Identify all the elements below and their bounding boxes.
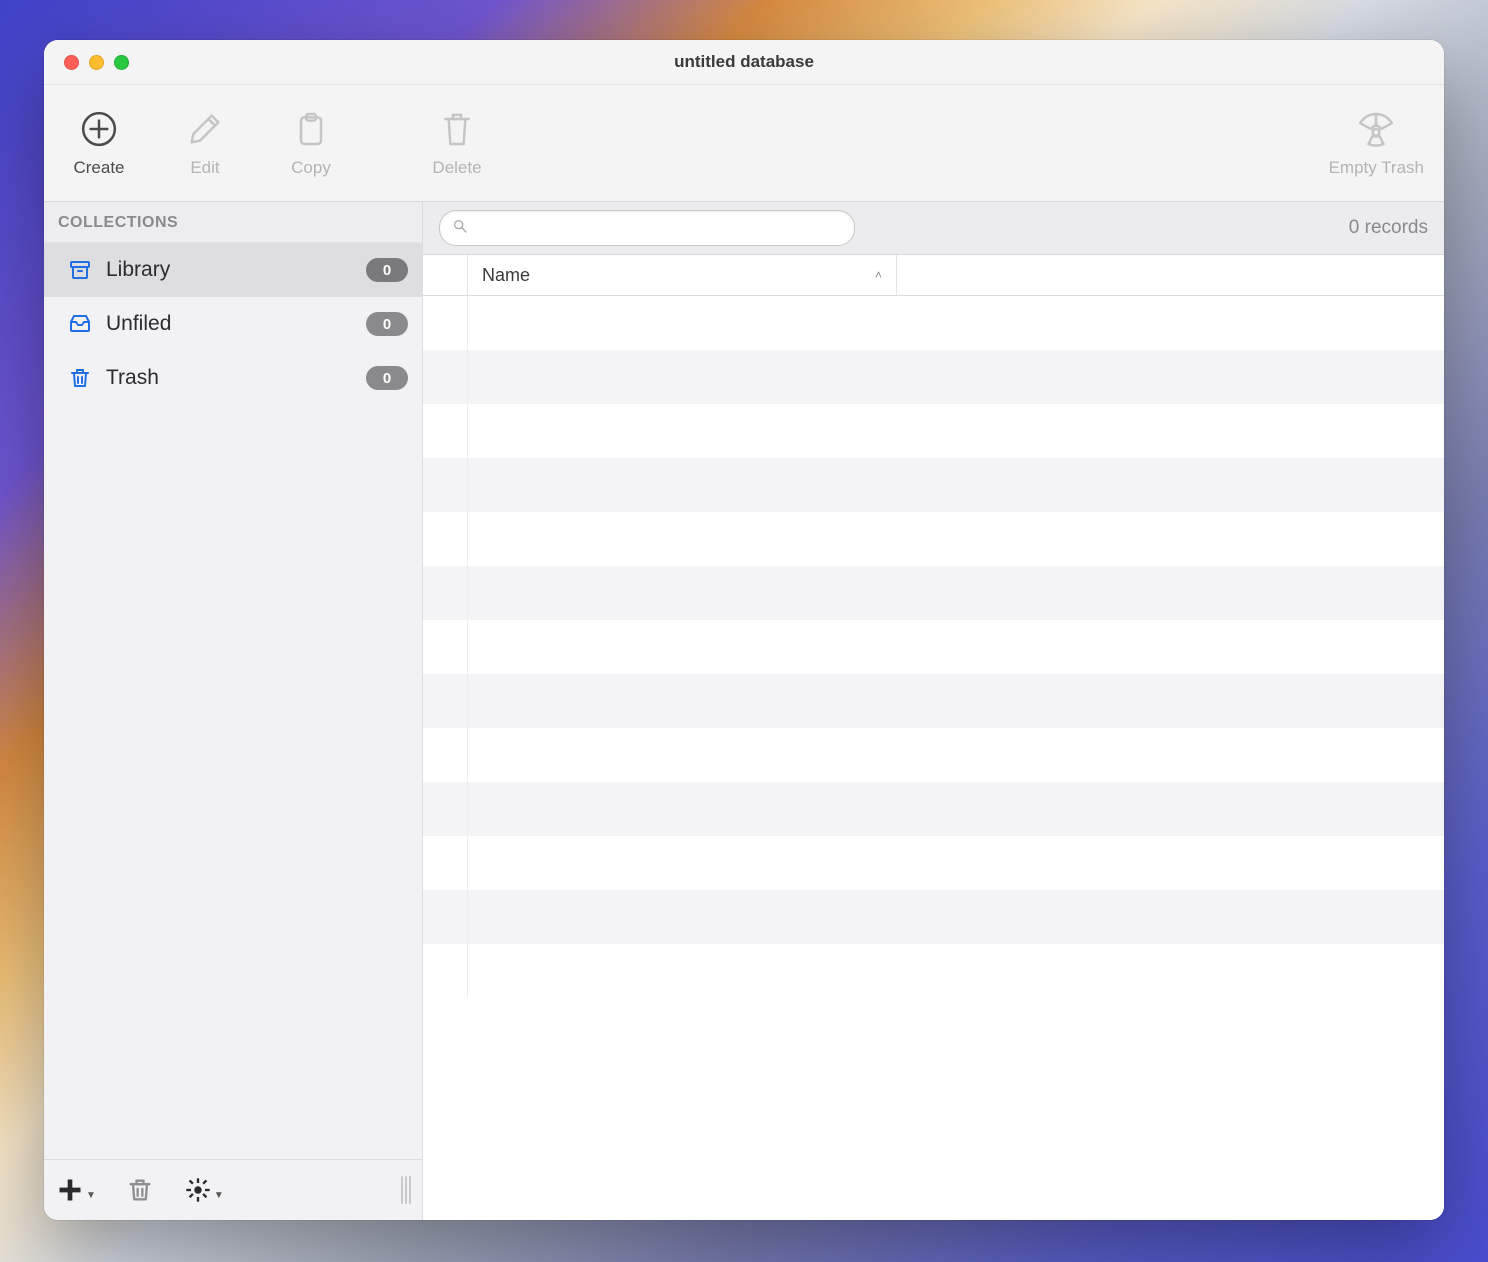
sidebar-item-unfiled[interactable]: Unfiled 0 [44, 297, 422, 351]
toolbar: Create Edit Copy [44, 85, 1444, 202]
archive-icon [68, 258, 92, 282]
row-gutter [423, 350, 468, 404]
table-row[interactable] [423, 350, 1444, 404]
delete-collection-button[interactable] [126, 1176, 154, 1204]
row-gutter [423, 836, 468, 890]
row-gutter [423, 296, 468, 350]
close-window-button[interactable] [64, 55, 79, 70]
search-icon [452, 218, 468, 239]
sidebar-item-label: Library [106, 258, 352, 282]
add-collection-button[interactable]: ▼ [56, 1176, 96, 1204]
row-gutter [423, 728, 468, 782]
row-content [468, 296, 1444, 350]
row-gutter [423, 404, 468, 458]
titlebar: untitled database [44, 40, 1444, 85]
row-content [468, 728, 1444, 782]
inbox-icon [68, 312, 92, 336]
row-gutter [423, 620, 468, 674]
table-row[interactable] [423, 890, 1444, 944]
sidebar-item-trash[interactable]: Trash 0 [44, 351, 422, 405]
sidebar-item-label: Unfiled [106, 312, 352, 336]
table-row[interactable] [423, 404, 1444, 458]
row-content [468, 458, 1444, 512]
edit-button: Edit [170, 108, 240, 178]
plus-circle-icon [78, 108, 120, 150]
table-row[interactable] [423, 728, 1444, 782]
copy-button: Copy [276, 108, 346, 178]
row-gutter [423, 944, 468, 998]
window-title: untitled database [44, 52, 1444, 72]
sidebar-header: COLLECTIONS [44, 202, 422, 243]
actions-menu-button[interactable]: ▼ [184, 1176, 224, 1204]
row-content [468, 782, 1444, 836]
list-toolbar: 0 records [423, 202, 1444, 255]
minimize-window-button[interactable] [89, 55, 104, 70]
delete-label: Delete [432, 158, 481, 178]
radiation-icon [1355, 108, 1397, 150]
trash-icon [68, 366, 92, 390]
create-label: Create [73, 158, 124, 178]
table-row[interactable] [423, 944, 1444, 998]
chevron-down-icon: ▼ [86, 1190, 96, 1201]
app-window: untitled database Create Edit [44, 40, 1444, 1220]
row-content [468, 944, 1444, 998]
window-controls [64, 55, 129, 70]
row-gutter [423, 458, 468, 512]
row-gutter-header [423, 255, 468, 295]
edit-label: Edit [190, 158, 219, 178]
table-row[interactable] [423, 566, 1444, 620]
row-content [468, 404, 1444, 458]
table-row[interactable] [423, 458, 1444, 512]
row-content [468, 890, 1444, 944]
sidebar-footer: ▼ ▼ [44, 1159, 422, 1220]
row-content [468, 350, 1444, 404]
record-count-label: 0 records [1349, 217, 1428, 239]
table-header: Name ˄ [423, 255, 1444, 296]
sidebar: COLLECTIONS Library 0 [44, 202, 423, 1220]
table-row[interactable] [423, 674, 1444, 728]
table-row[interactable] [423, 620, 1444, 674]
empty-trash-button: Empty Trash [1329, 108, 1424, 178]
sidebar-list: Library 0 Unfiled 0 [44, 243, 422, 1159]
table-body[interactable] [423, 296, 1444, 1220]
main-pane: 0 records Name ˄ [423, 202, 1444, 1220]
row-content [468, 836, 1444, 890]
sort-ascending-icon: ˄ [875, 268, 882, 282]
count-badge: 0 [366, 312, 408, 336]
row-content [468, 566, 1444, 620]
search-field[interactable] [439, 210, 855, 246]
row-gutter [423, 566, 468, 620]
count-badge: 0 [366, 258, 408, 282]
row-gutter [423, 782, 468, 836]
table-row[interactable] [423, 782, 1444, 836]
table-row[interactable] [423, 512, 1444, 566]
row-content [468, 512, 1444, 566]
pencil-icon [184, 108, 226, 150]
zoom-window-button[interactable] [114, 55, 129, 70]
table-row[interactable] [423, 836, 1444, 890]
search-input[interactable] [476, 218, 842, 238]
table-row[interactable] [423, 296, 1444, 350]
content-split: COLLECTIONS Library 0 [44, 202, 1444, 1220]
delete-button: Delete [422, 108, 492, 178]
row-content [468, 674, 1444, 728]
empty-trash-label: Empty Trash [1329, 158, 1424, 178]
create-button[interactable]: Create [64, 108, 134, 178]
sidebar-item-library[interactable]: Library 0 [44, 243, 422, 297]
row-gutter [423, 674, 468, 728]
trash-icon [436, 108, 478, 150]
clipboard-icon [290, 108, 332, 150]
copy-label: Copy [291, 158, 331, 178]
row-gutter [423, 512, 468, 566]
count-badge: 0 [366, 366, 408, 390]
chevron-down-icon: ▼ [214, 1190, 224, 1201]
column-header-rest [897, 255, 1444, 295]
sidebar-item-label: Trash [106, 366, 352, 390]
column-header-label: Name [482, 265, 530, 286]
row-content [468, 620, 1444, 674]
row-gutter [423, 890, 468, 944]
sidebar-resize-handle[interactable] [398, 1160, 414, 1220]
column-header-name[interactable]: Name ˄ [468, 255, 897, 295]
